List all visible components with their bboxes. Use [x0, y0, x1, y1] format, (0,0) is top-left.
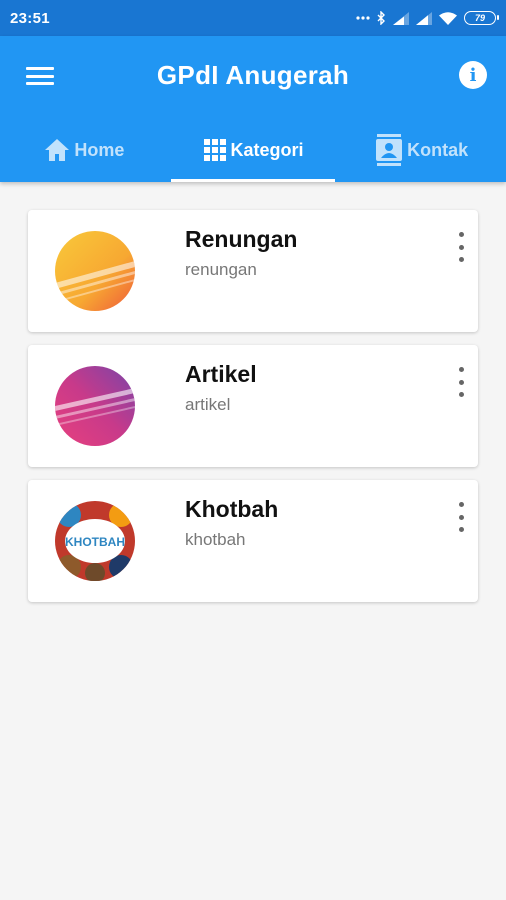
- app-title: GPdI Anugerah: [156, 60, 350, 90]
- tab-home[interactable]: Home: [0, 122, 169, 182]
- tab-kontak-label: Kontak: [407, 139, 469, 160]
- tab-kategori-label: Kategori: [230, 139, 304, 160]
- more-options-icon[interactable]: [454, 367, 468, 397]
- status-bar: 23:51 79: [0, 0, 506, 36]
- category-title: Khotbah: [185, 496, 279, 522]
- category-card-khotbah[interactable]: KHOTBAH Khotbah khotbah: [28, 480, 478, 602]
- bluetooth-icon: [377, 11, 385, 25]
- category-thumbnail: [55, 231, 135, 311]
- more-options-icon[interactable]: [454, 502, 468, 532]
- category-subtitle: artikel: [185, 395, 231, 414]
- wifi-icon: [439, 11, 457, 25]
- category-thumbnail: [55, 366, 135, 446]
- category-card-artikel[interactable]: Artikel artikel: [28, 345, 478, 467]
- khotbah-logo-text: KHOTBAH: [65, 535, 125, 549]
- signal-icon: [416, 11, 432, 25]
- battery-level: 79: [474, 13, 485, 23]
- category-subtitle: khotbah: [185, 530, 246, 549]
- category-subtitle: renungan: [185, 260, 257, 279]
- info-icon[interactable]: i: [459, 61, 487, 89]
- contact-icon: [376, 134, 403, 166]
- more-options-icon[interactable]: [454, 232, 468, 262]
- category-title: Renungan: [185, 226, 298, 252]
- signal-icon: [393, 11, 409, 25]
- tab-home-label: Home: [74, 139, 125, 160]
- grid-icon: [203, 139, 226, 161]
- dots-icon: [356, 16, 370, 20]
- tab-kontak[interactable]: Kontak: [337, 122, 506, 182]
- category-title: Artikel: [185, 361, 257, 387]
- app-bar: GPdI Anugerah i Home Kategori Kontak: [0, 36, 506, 182]
- category-thumbnail: KHOTBAH: [55, 501, 135, 581]
- tab-kategori[interactable]: Kategori: [169, 122, 338, 182]
- category-list: Renungan renungan Artikel artikel KHOTBA…: [0, 182, 506, 900]
- category-card-renungan[interactable]: Renungan renungan: [28, 210, 478, 332]
- status-time: 23:51: [10, 9, 50, 27]
- tab-bar: Home Kategori Kontak: [0, 122, 506, 182]
- home-icon: [45, 139, 70, 161]
- status-icons: 79: [356, 11, 499, 25]
- battery-icon: 79: [464, 11, 499, 25]
